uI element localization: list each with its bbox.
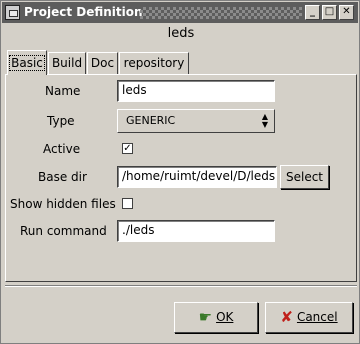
- title-bar[interactable]: Project Definition _ □ ✕: [2, 2, 358, 23]
- active-checkbox[interactable]: ✓: [122, 143, 133, 154]
- ok-button-label: OK: [216, 310, 234, 324]
- select-button[interactable]: Select: [280, 165, 329, 189]
- title-bar-grip: [140, 7, 302, 19]
- name-label: Name: [45, 84, 81, 98]
- tab-basic-label: Basic: [9, 55, 45, 71]
- separator: [5, 285, 357, 287]
- type-combo[interactable]: GENERIC ▲ ▼: [117, 109, 275, 133]
- name-field[interactable]: leds: [117, 80, 275, 102]
- close-button[interactable]: ✕: [339, 5, 354, 20]
- project-definition-window: Project Definition _ □ ✕ leds Basic Buil…: [0, 0, 360, 344]
- run-command-field[interactable]: ./leds: [117, 220, 275, 242]
- window-menu-icon[interactable]: [5, 5, 20, 20]
- minimize-button[interactable]: _: [305, 5, 320, 20]
- window-title: Project Definition: [24, 5, 143, 19]
- cancel-button[interactable]: ✘ Cancel: [265, 302, 353, 333]
- updown-arrows-icon: ▲ ▼: [261, 112, 269, 129]
- show-hidden-files-checkbox[interactable]: [122, 198, 133, 209]
- type-combo-value: GENERIC: [126, 114, 176, 127]
- project-name-heading: leds: [167, 26, 195, 41]
- base-dir-field[interactable]: /home/ruimt/devel/D/leds: [117, 166, 277, 188]
- active-label: Active: [43, 142, 81, 156]
- ok-button[interactable]: ☛ OK: [174, 302, 258, 333]
- tab-doc[interactable]: Doc: [87, 52, 118, 74]
- type-label: Type: [47, 114, 75, 128]
- ok-hand-icon: ☛: [198, 308, 213, 326]
- maximize-button[interactable]: □: [322, 5, 337, 20]
- tab-repository[interactable]: repository: [119, 52, 189, 74]
- show-hidden-files-label: Show hidden files: [10, 197, 116, 211]
- tab-build[interactable]: Build: [48, 52, 86, 74]
- tab-basic[interactable]: Basic: [7, 50, 47, 75]
- cancel-x-icon: ✘: [280, 308, 293, 326]
- cancel-button-label: Cancel: [296, 310, 338, 324]
- base-dir-label: Base dir: [38, 170, 87, 184]
- run-command-label: Run command: [20, 224, 107, 238]
